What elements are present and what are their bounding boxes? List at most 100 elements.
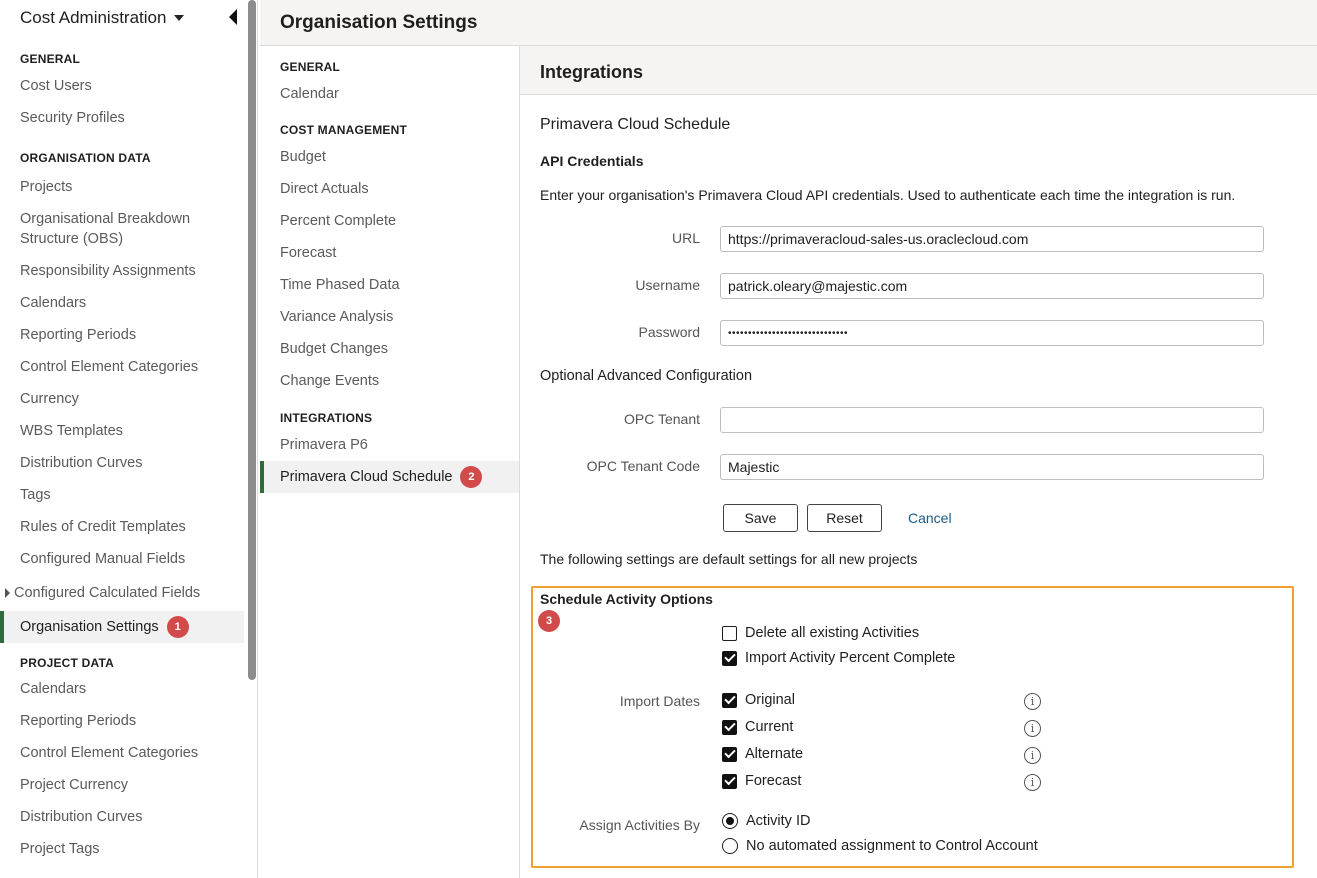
sidebar-item-configured-calculated-fields[interactable]: Configured Calculated Fields [0,575,244,611]
activity-id-radio[interactable] [722,813,738,829]
sidebar-item-distribution-curves[interactable]: Distribution Curves [0,447,244,479]
password-field[interactable] [720,320,1264,346]
api-credentials-heading: API Credentials [540,153,644,169]
import-percent-complete-label: Import Activity Percent Complete [745,650,956,666]
import-date-forecast[interactable]: Forecast i [722,773,1052,791]
username-label: Username [635,277,700,293]
delete-activities-checkbox[interactable] [722,625,737,641]
sidebar-item-obs[interactable]: Organisational Breakdown Structure (OBS) [0,203,244,255]
nav-item-variance-analysis[interactable]: Variance Analysis [260,301,519,333]
info-icon[interactable]: i [1024,774,1041,791]
sidebar-item-cost-users[interactable]: Cost Users [0,70,244,102]
panel-header: Integrations [520,46,1317,95]
sidebar-item-calendars[interactable]: Calendars [0,287,244,319]
section-heading-cost-management: COST MANAGEMENT [280,123,407,137]
forecast-checkbox[interactable] [722,773,737,789]
alternate-checkbox[interactable] [722,746,737,762]
advanced-config-heading: Optional Advanced Configuration [540,368,753,384]
page-header: Organisation Settings [260,0,1317,46]
section-heading-general: GENERAL [20,52,81,66]
nav-item-primavera-cloud-schedule[interactable]: Primavera Cloud Schedule 2 [260,461,519,493]
delete-activities-option[interactable]: Delete all existing Activities [722,625,919,641]
sidebar-item-currency[interactable]: Currency [0,383,244,415]
sidebar-item-project-reporting-periods[interactable]: Reporting Periods [0,705,244,737]
username-field[interactable] [720,273,1264,299]
page-title: Organisation Settings [280,12,478,33]
assign-by-activity-id-option[interactable]: Activity ID [722,813,810,829]
forecast-label: Forecast [745,773,802,789]
app-switcher[interactable]: Cost Administration [20,8,185,28]
defaults-note: The following settings are default setti… [540,551,918,567]
sidebar-scrollbar[interactable] [248,0,256,680]
sidebar-item-project-control-element-categories[interactable]: Control Element Categories [0,737,244,769]
sidebar-item-label: Organisation Settings [20,619,159,635]
sidebar-item-project-tags[interactable]: Project Tags [0,833,244,865]
section-heading-organisation-data: ORGANISATION DATA [20,151,151,165]
nav-item-direct-actuals[interactable]: Direct Actuals [260,173,519,205]
nav-item-percent-complete[interactable]: Percent Complete [260,205,519,237]
nav-item-time-phased-data[interactable]: Time Phased Data [260,269,519,301]
sidebar-item-tags[interactable]: Tags [0,479,244,511]
nav-item-forecast[interactable]: Forecast [260,237,519,269]
nav-item-calendar[interactable]: Calendar [260,78,519,110]
opc-tenant-label: OPC Tenant [623,411,700,427]
expand-triangle-icon[interactable] [5,588,10,598]
sidebar-item-rules-of-credit-templates[interactable]: Rules of Credit Templates [0,511,244,543]
sidebar-item-projects[interactable]: Projects [0,171,244,203]
sidebar-item-configured-manual-fields[interactable]: Configured Manual Fields [0,543,244,575]
alternate-label: Alternate [745,746,804,762]
import-date-alternate[interactable]: Alternate i [722,746,1052,764]
sidebar-item-control-element-categories[interactable]: Control Element Categories [0,351,244,383]
activity-id-label: Activity ID [746,813,811,829]
content-panel: Integrations Primavera Cloud Schedule AP… [520,46,1317,878]
nav-item-budget-changes[interactable]: Budget Changes [260,333,519,365]
step-badge: 1 [166,616,189,638]
no-assignment-radio[interactable] [722,838,738,854]
sidebar-item-wbs-templates[interactable]: WBS Templates [0,415,244,447]
cancel-link[interactable]: Cancel [908,510,952,526]
schedule-options-heading: Schedule Activity Options [540,591,713,607]
import-dates-label: Import Dates [619,693,700,709]
current-label: Current [745,719,794,735]
url-field[interactable] [720,226,1264,252]
nav-item-label: Primavera Cloud Schedule [280,469,453,485]
import-percent-complete-option[interactable]: Import Activity Percent Complete [722,650,955,666]
sidebar-item-project-distribution-curves[interactable]: Distribution Curves [0,801,244,833]
sidebar-item-organisation-settings[interactable]: Organisation Settings 1 [0,611,244,643]
sidebar-item-responsibility-assignments[interactable]: Responsibility Assignments [0,255,244,287]
section-heading-project-data: PROJECT DATA [20,656,114,670]
settings-nav: GENERAL Calendar COST MANAGEMENT Budget … [260,46,520,878]
import-date-current[interactable]: Current i [722,719,1052,737]
save-button[interactable]: Save [723,504,798,532]
collapse-sidebar-icon[interactable] [229,9,237,25]
assign-activities-label: Assign Activities By [579,817,700,833]
app-title: Cost Administration [20,8,167,27]
nav-item-change-events[interactable]: Change Events [260,365,519,397]
info-icon[interactable]: i [1024,693,1041,710]
url-label: URL [671,230,700,246]
panel-title: Integrations [540,62,644,82]
opc-tenant-code-field[interactable] [720,454,1264,480]
original-checkbox[interactable] [722,692,737,708]
api-credentials-description: Enter your organisation's Primavera Clou… [540,187,1236,203]
caret-down-icon [174,15,185,21]
reset-button[interactable]: Reset [807,504,882,532]
step-badge: 3 [538,610,560,632]
no-assignment-label: No automated assignment to Control Accou… [746,838,1038,854]
password-label: Password [638,324,700,340]
delete-activities-label: Delete all existing Activities [745,625,920,641]
original-label: Original [745,692,795,708]
sidebar-item-security-profiles[interactable]: Security Profiles [0,102,244,134]
import-percent-complete-checkbox[interactable] [722,650,737,666]
info-icon[interactable]: i [1024,720,1041,737]
nav-item-primavera-p6[interactable]: Primavera P6 [260,429,519,461]
opc-tenant-field[interactable] [720,407,1264,433]
sidebar-item-project-currency[interactable]: Project Currency [0,769,244,801]
no-automated-assignment-option[interactable]: No automated assignment to Control Accou… [722,838,1038,854]
info-icon[interactable]: i [1024,747,1041,764]
current-checkbox[interactable] [722,719,737,735]
sidebar-item-project-calendars[interactable]: Calendars [0,673,244,705]
nav-item-budget[interactable]: Budget [260,141,519,173]
import-date-original[interactable]: Original i [722,692,1052,710]
sidebar-item-reporting-periods[interactable]: Reporting Periods [0,319,244,351]
